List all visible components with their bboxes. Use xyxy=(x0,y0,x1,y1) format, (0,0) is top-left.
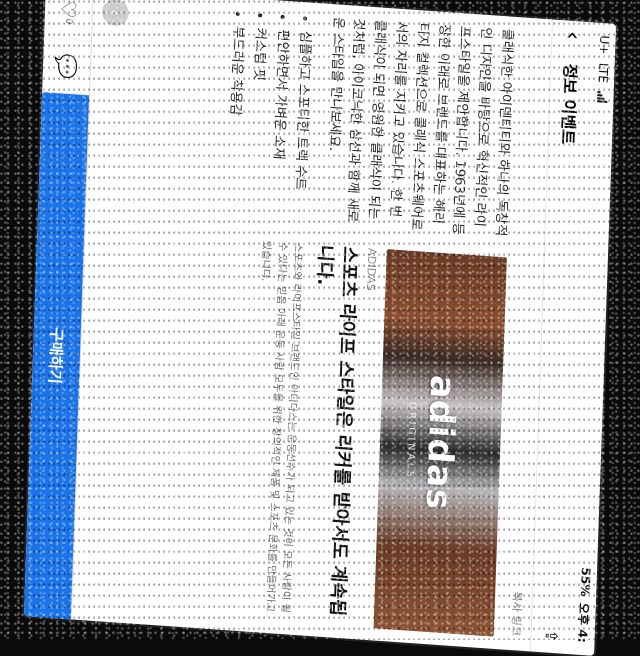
heart-icon: ♡ xyxy=(56,0,82,20)
feature-list: 심플하고 스포티한 트랙 수트 편안하면서 가벼운 소재 커스텀 핏 부드러운 … xyxy=(219,9,316,225)
copy-link[interactable]: 복사 링크 xyxy=(508,591,526,637)
heart-count: 0 xyxy=(62,18,74,25)
carrier: U+ xyxy=(596,34,612,56)
share-icon[interactable]: ⇪ xyxy=(542,628,562,643)
network: LTE xyxy=(595,62,611,84)
phone-screen: U+ LTE 55% 오후 4: ‹ 정보 이벤트 ⇪ 복사 링크 클래식한 아… xyxy=(23,0,617,656)
promo-description: 스포츠와 라이프스타일 브랜드인 아디다스는 운동선수가 되고 있는 것이 모든… xyxy=(259,240,304,614)
clock: 오후 4: xyxy=(575,602,592,644)
hero-brand: adidas xyxy=(417,373,463,512)
hero-image: adidas ORIGINALS xyxy=(373,249,507,637)
chat-button[interactable]: 💬 xyxy=(42,38,91,96)
promo-headline: 스포츠 라이프 스타일은 리커를 받아서도 계속됩니다. xyxy=(312,243,361,617)
hero-brand-sub: ORIGINALS xyxy=(404,401,418,481)
signal-icon xyxy=(597,90,608,103)
chat-icon: 💬 xyxy=(53,52,80,80)
battery-level: 55% xyxy=(577,566,594,598)
chevron-left-icon[interactable]: ‹ xyxy=(559,30,586,58)
post-date xyxy=(529,32,545,33)
text-column: 클래식한 아이덴티티와 하나의 독창적인 디자인을 바탕으로 혁신적인 라이프스… xyxy=(84,0,524,252)
promo-column: adidas ORIGINALS ADIDAS 스포츠 라이프 스타일은 리커를… xyxy=(70,222,516,650)
heart-button[interactable]: ♡ 0 xyxy=(44,0,93,42)
intro-paragraph: 클래식한 아이덴티티와 하나의 독창적인 디자인을 바탕으로 혁신적인 라이프스… xyxy=(325,16,515,237)
content-body: 클래식한 아이덴티티와 하나의 독창적인 디자인을 바탕으로 혁신적인 라이프스… xyxy=(70,0,524,649)
